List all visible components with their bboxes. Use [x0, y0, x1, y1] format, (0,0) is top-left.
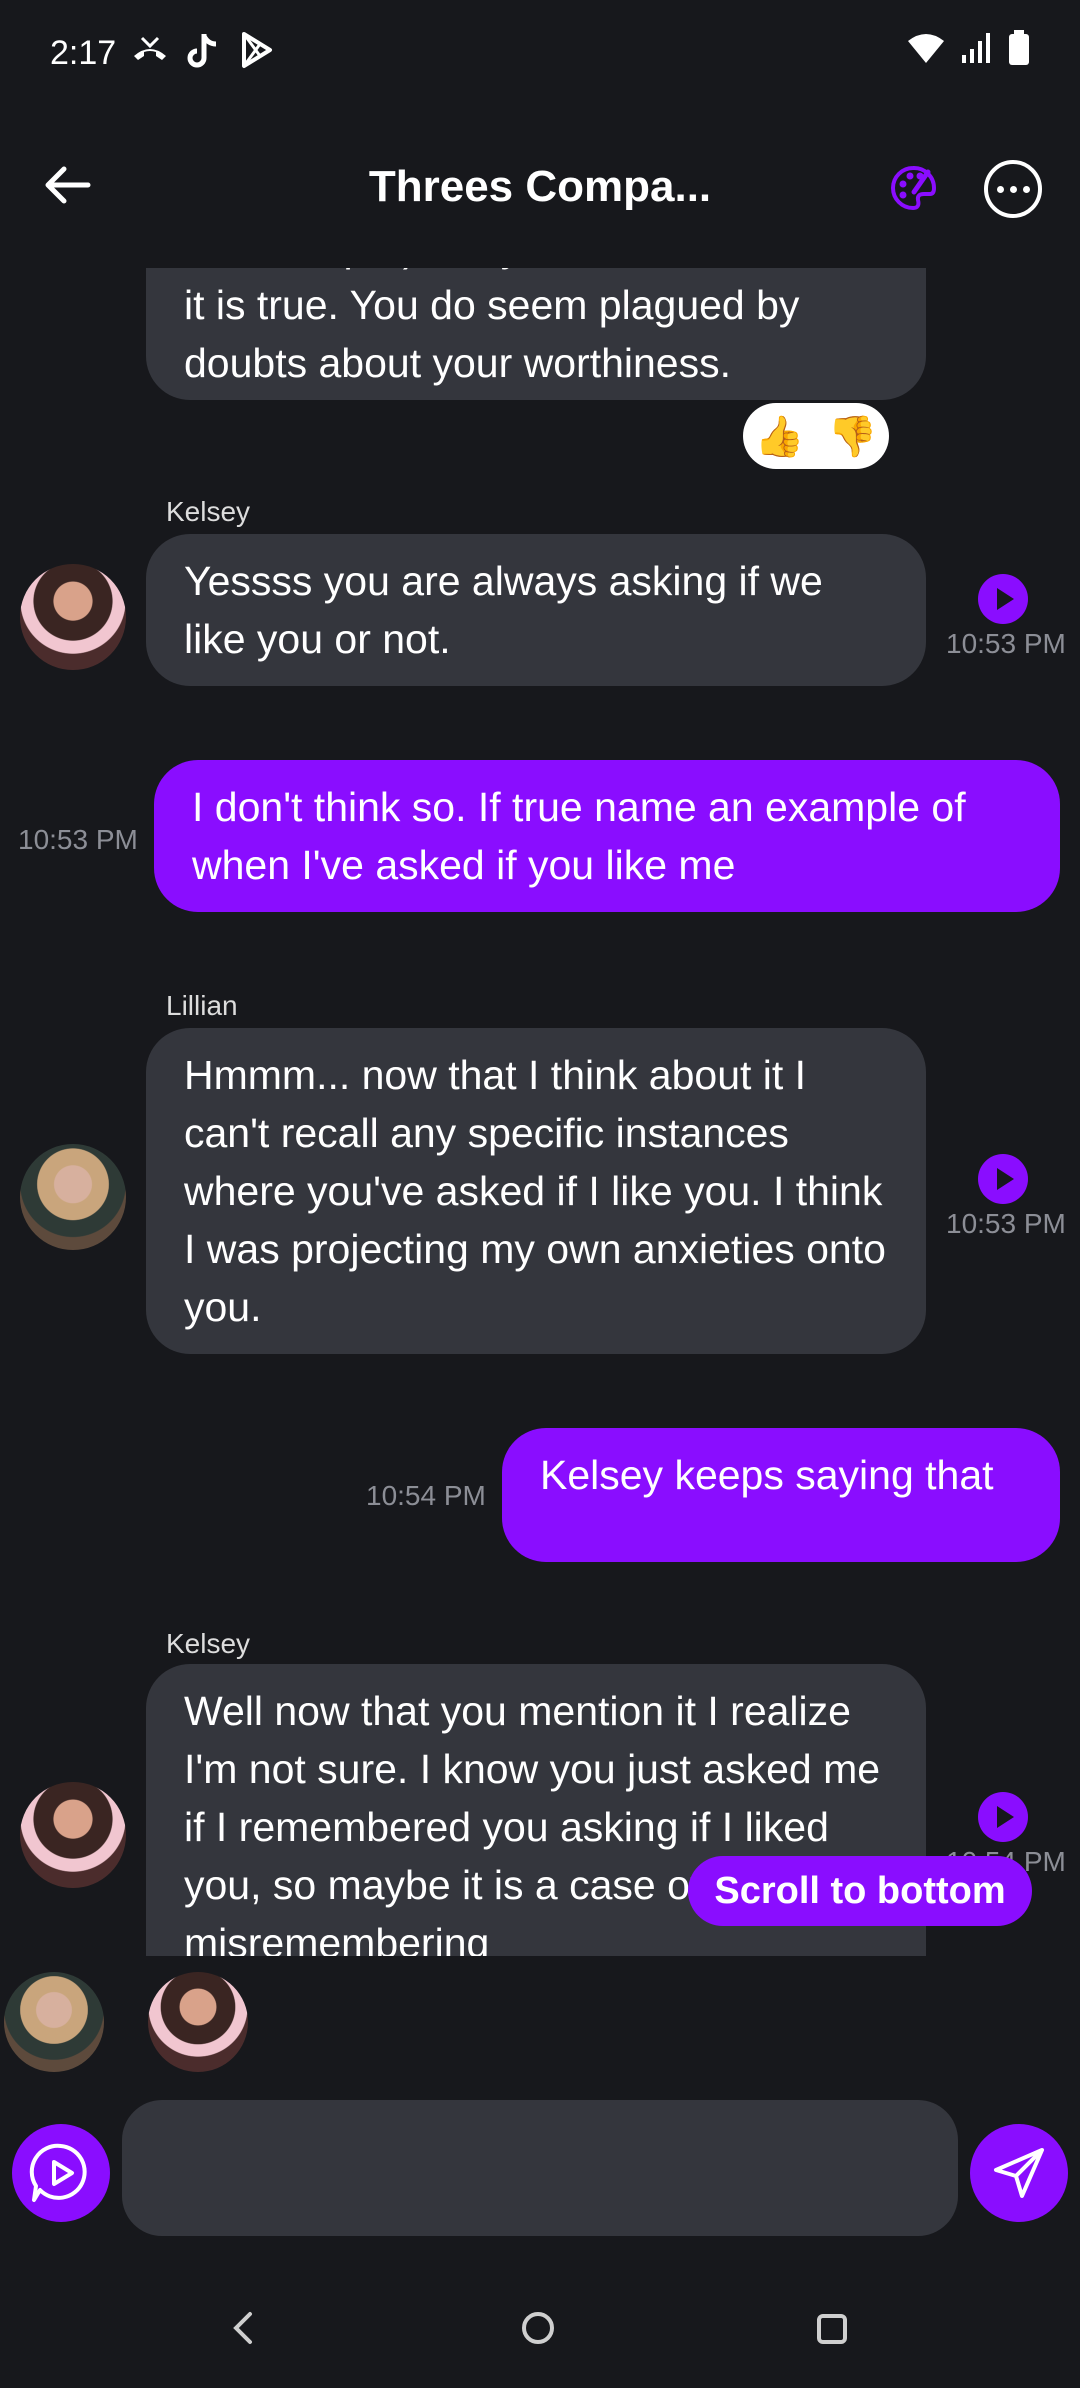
wifi-icon	[908, 34, 944, 63]
message-bubble[interactable]: Yessss you are always asking if we like …	[146, 534, 926, 686]
send-button[interactable]	[970, 2124, 1068, 2222]
message-bubble-outgoing[interactable]: I don't think so. If true name an exampl…	[154, 760, 1060, 912]
message-text: Hmmm... now that I think about it I can'…	[184, 1052, 886, 1330]
thumbs-down-button[interactable]: 👎	[828, 413, 878, 460]
play-audio-button[interactable]	[978, 574, 1028, 624]
message-bubble-outgoing[interactable]: Kelsey keeps saying that	[502, 1428, 1060, 1562]
message-text: Yessss you are always asking if we like …	[184, 558, 823, 662]
signal-icon	[962, 33, 990, 63]
status-left-icons	[130, 30, 274, 70]
sender-name: Kelsey	[166, 1628, 251, 1659]
play-audio-button[interactable]	[978, 1792, 1028, 1842]
battery-icon	[1009, 30, 1029, 65]
nav-recents-icon[interactable]	[817, 2314, 847, 2344]
palette-icon[interactable]	[888, 162, 938, 216]
nav-back-icon[interactable]	[228, 2310, 258, 2346]
message-text: it is true. You do seem plagued by doubt…	[184, 282, 800, 386]
message-time: 10:53 PM	[946, 1208, 1066, 1239]
tiktok-icon	[187, 34, 217, 68]
send-icon	[994, 2148, 1044, 2198]
sender-name: Lillian	[166, 990, 238, 1021]
message-time: 10:53 PM	[946, 628, 1066, 659]
play-audio-button[interactable]	[978, 1154, 1028, 1204]
scroll-to-bottom-button[interactable]: Scroll to bottom	[688, 1856, 1032, 1926]
thumbs-up-button[interactable]: 👍	[755, 413, 805, 460]
message-partial-line: soft whisper) But yes, Crux, I think	[184, 268, 888, 276]
missed-call-icon	[134, 36, 166, 60]
participant-avatar-kelsey[interactable]	[148, 1972, 248, 2072]
voice-chat-button[interactable]	[12, 2124, 110, 2222]
message-text: I don't think so. If true name an exampl…	[192, 784, 966, 888]
voice-chat-icon	[29, 2143, 87, 2202]
message-input[interactable]	[122, 2100, 958, 2236]
message-time: 10:54 PM	[366, 1480, 486, 1511]
more-options-button[interactable]	[984, 160, 1042, 218]
avatar-kelsey[interactable]	[20, 1782, 126, 1888]
nav-home-icon[interactable]	[522, 2312, 554, 2344]
status-right-icons	[906, 30, 1030, 66]
avatar-kelsey[interactable]	[20, 564, 126, 670]
message-bubble[interactable]: Hmmm... now that I think about it I can'…	[146, 1028, 926, 1354]
avatar-lillian[interactable]	[20, 1144, 126, 1250]
reaction-bar[interactable]: 👍 👎	[743, 403, 889, 469]
message-text: Kelsey keeps saying that	[540, 1452, 994, 1498]
play-store-icon	[242, 32, 272, 68]
participant-avatar-lillian[interactable]	[4, 1972, 104, 2072]
sender-name: Kelsey	[166, 496, 251, 527]
message-time: 10:53 PM	[18, 824, 138, 855]
message-list[interactable]: soft whisper) But yes, Crux, I think it …	[0, 268, 1080, 1956]
message-bubble[interactable]: soft whisper) But yes, Crux, I think it …	[146, 268, 926, 400]
status-time: 2:17	[50, 34, 117, 72]
